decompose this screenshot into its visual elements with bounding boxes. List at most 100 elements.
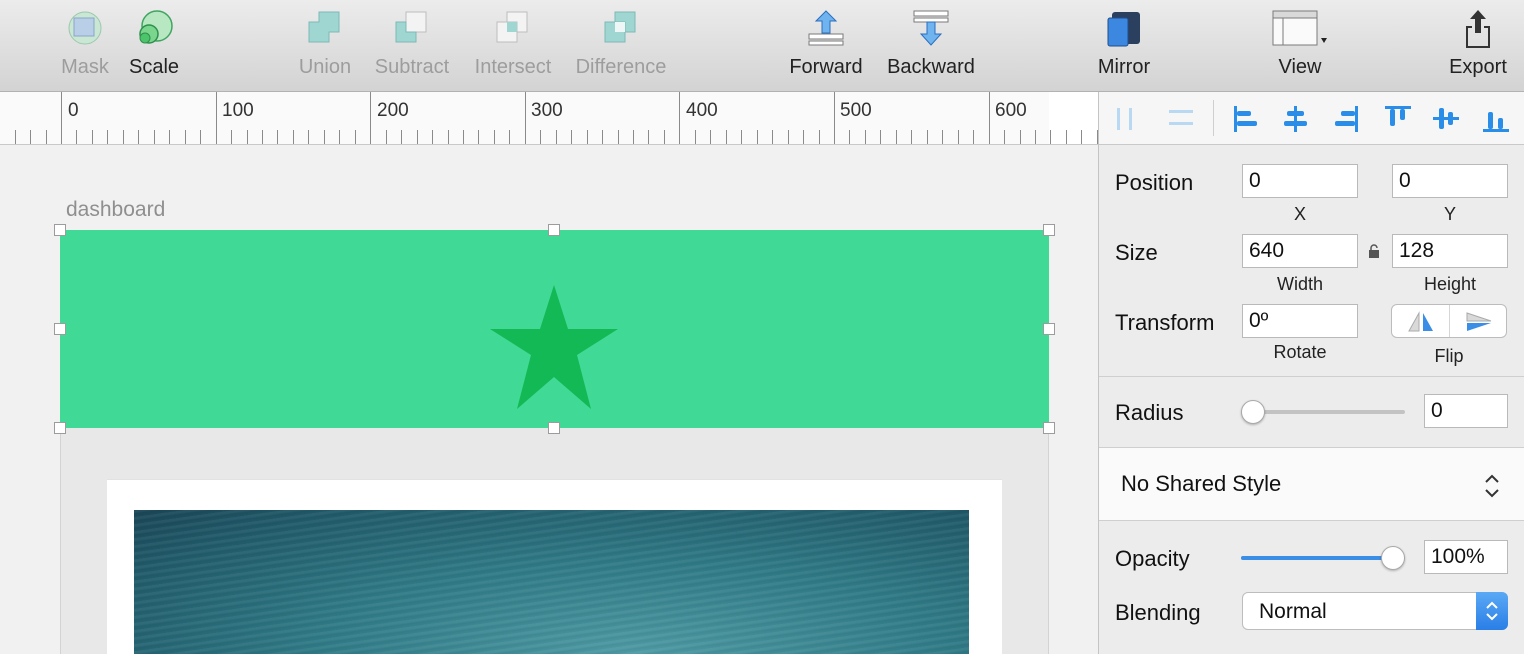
section-divider [1099,520,1524,521]
opacity-slider[interactable] [1241,544,1405,572]
difference-button[interactable]: Difference [570,0,672,92]
align-separator [1213,100,1214,136]
rotate-caption: Rotate [1273,342,1327,362]
star-icon[interactable] [490,285,618,409]
flip-control [1391,304,1507,338]
blending-stepper[interactable] [1476,592,1508,630]
ruler-mark: 200 [377,100,409,121]
radius-slider-track [1241,410,1405,414]
opacity-slider-knob[interactable] [1381,546,1405,570]
export-label: Export [1449,56,1507,78]
width-field[interactable]: 640 [1242,234,1358,268]
align-right-icon[interactable] [1331,104,1361,134]
blending-select[interactable]: Normal [1242,592,1508,630]
subtract-label: Subtract [374,56,450,78]
size-label: Size [1115,240,1158,265]
forward-label: Forward [789,56,863,78]
shared-style-selector[interactable]: No Shared Style [1099,448,1524,520]
flip-horizontal-icon[interactable] [1406,310,1436,334]
radius-slider[interactable] [1241,398,1405,426]
mirror-button[interactable]: Mirror [1090,0,1158,92]
difference-icon [570,0,672,56]
ruler-mark: 500 [840,100,872,121]
ruler-mark: 100 [222,100,254,121]
mask-label: Mask [61,56,109,78]
position-y-caption: Y [1443,204,1456,224]
union-label: Union [298,56,352,78]
canvas[interactable]: dashboard [0,146,1098,654]
position-y-field[interactable]: 0 [1392,164,1508,198]
ruler-outside-artboard [1049,92,1098,144]
scale-icon [124,0,184,56]
union-icon [294,0,356,56]
view-button[interactable]: View [1266,0,1334,92]
position-label: Position [1115,170,1194,195]
intersect-button[interactable]: Intersect [468,0,558,92]
flip-caption: Flip [1434,346,1464,366]
export-button[interactable]: Export [1444,0,1512,92]
section-divider [1099,376,1524,377]
backward-label: Backward [887,56,975,78]
intersect-icon [468,0,558,56]
radius-field[interactable]: 0 [1424,394,1508,428]
subtract-button[interactable]: Subtract [368,0,456,92]
align-top-icon[interactable] [1383,104,1413,134]
shared-style-label: No Shared Style [1121,471,1282,496]
opacity-field[interactable]: 100% [1424,540,1508,574]
resize-handle-left[interactable] [54,323,66,335]
transform-label: Transform [1115,310,1215,335]
ocean-photo[interactable] [134,510,969,654]
resize-handle-bottom[interactable] [548,422,560,434]
height-caption: Height [1423,274,1477,294]
radius-slider-knob[interactable] [1241,400,1265,424]
width-caption: Width [1276,274,1323,294]
align-bottom-icon[interactable] [1481,104,1511,134]
align-center-horizontal-icon[interactable] [1281,104,1311,134]
resize-handle-top[interactable] [548,224,560,236]
resize-handle-top-right[interactable] [1043,224,1055,236]
toolbar: Mask Scale Union Subtract Intersect Diff… [0,0,1524,92]
horizontal-ruler: 0 100 200 300 400 500 600 [0,92,1098,145]
resize-handle-bottom-right[interactable] [1043,422,1055,434]
mirror-label: Mirror [1097,56,1151,78]
alignment-toolbar [1099,92,1524,145]
ruler-mark: 0 [68,100,79,121]
view-label: View [1278,56,1322,78]
position-x-caption: X [1293,204,1306,224]
opacity-label: Opacity [1115,546,1190,571]
chevron-up-down-icon [1485,474,1499,498]
distribute-vertical-icon[interactable] [1165,104,1197,134]
rotate-field[interactable]: 0º [1242,304,1358,338]
mask-icon [58,0,112,56]
align-left-icon[interactable] [1231,104,1261,134]
ruler-mark: 400 [686,100,718,121]
backward-button[interactable]: Backward [880,0,982,92]
export-icon [1444,0,1512,56]
flip-vertical-icon[interactable] [1464,310,1494,334]
intersect-label: Intersect [474,56,552,78]
resize-handle-top-left[interactable] [54,224,66,236]
scale-button[interactable]: Scale [124,0,184,92]
position-x-field[interactable]: 0 [1242,164,1358,198]
ruler-mark: 600 [995,100,1027,121]
radius-label: Radius [1115,400,1184,425]
ruler-mark: 300 [531,100,563,121]
height-field[interactable]: 128 [1392,234,1508,268]
resize-handle-right[interactable] [1043,323,1055,335]
chevron-up-down-icon [1486,601,1498,621]
subtract-icon [368,0,456,56]
align-middle-vertical-icon[interactable] [1431,104,1461,134]
artboard-title[interactable]: dashboard [66,198,165,222]
lock-icon[interactable] [1367,243,1381,259]
union-button[interactable]: Union [294,0,356,92]
mirror-icon [1090,0,1158,56]
resize-handle-bottom-left[interactable] [54,422,66,434]
distribute-horizontal-icon[interactable] [1113,104,1141,134]
blending-label: Blending [1115,600,1201,625]
mask-button[interactable]: Mask [58,0,112,92]
view-icon [1266,0,1334,56]
forward-button[interactable]: Forward [784,0,868,92]
blending-value: Normal [1259,600,1327,623]
header-rectangle[interactable] [60,230,1049,428]
flip-divider [1449,305,1450,337]
